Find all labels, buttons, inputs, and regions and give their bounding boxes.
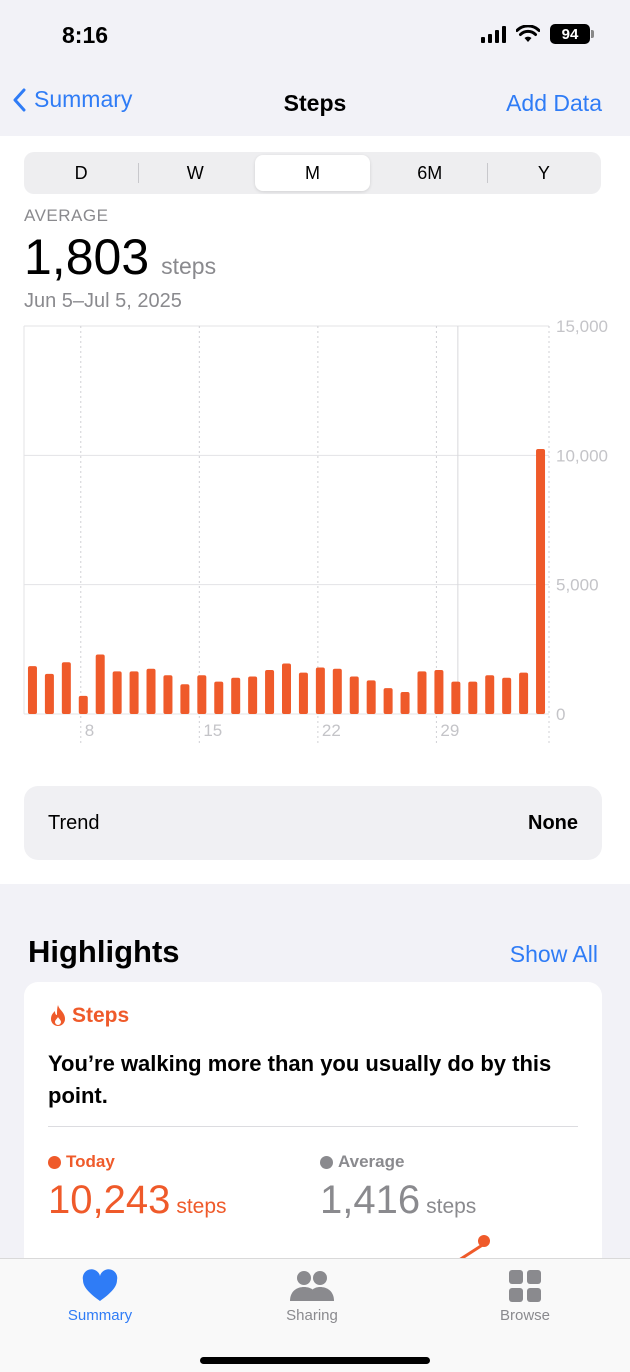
average-stat-label: Average (320, 1152, 476, 1172)
bar (502, 677, 512, 714)
bar (451, 681, 461, 714)
x-tick-label: 15 (203, 721, 222, 740)
today-label: Today (48, 1152, 227, 1172)
tab-sharing[interactable]: Sharing (252, 1269, 372, 1324)
divider (48, 1126, 578, 1127)
bar (180, 684, 190, 714)
bar (197, 675, 207, 714)
status-icons: 94 (481, 24, 594, 44)
bar (95, 654, 105, 714)
tab-summary[interactable]: Summary (40, 1269, 160, 1324)
tab-sharing-label: Sharing (286, 1307, 338, 1324)
average-value-row: 1,416 steps (320, 1178, 476, 1223)
average-unit: steps (161, 253, 217, 279)
bar (468, 681, 478, 714)
bar (248, 676, 258, 714)
steps-bar-chart[interactable]: 15,000 10,000 5,000 0 8 15 22 29 (0, 316, 630, 746)
tab-browse[interactable]: Browse (465, 1269, 585, 1324)
cellular-signal-icon (481, 25, 506, 43)
bar (519, 672, 529, 714)
navigation-bar: Summary Steps Add Data (0, 72, 630, 136)
bar (265, 670, 275, 714)
time-range-segmented-control: D W M 6M Y (24, 152, 601, 194)
bar (27, 666, 37, 714)
y-tick-label: 0 (556, 705, 565, 724)
bar (349, 676, 359, 714)
bar (282, 663, 291, 714)
tab-browse-label: Browse (499, 1307, 551, 1324)
x-tick-label: 29 (440, 721, 459, 740)
bar (61, 662, 71, 714)
y-tick-label: 15,000 (556, 317, 608, 336)
status-time: 8:16 (62, 22, 109, 48)
tab-bar: Summary Sharing Browse (0, 1258, 630, 1372)
trend-value: None (528, 812, 578, 834)
bar (315, 667, 325, 714)
bar (163, 675, 173, 714)
segment-y[interactable]: Y (486, 152, 601, 194)
bar (112, 671, 122, 714)
y-tick-label: 5,000 (556, 576, 599, 595)
add-data-button[interactable]: Add Data (506, 90, 602, 117)
bar (332, 668, 342, 714)
today-label-text: Today (66, 1152, 115, 1171)
bar (434, 670, 444, 714)
highlight-text: You’re walking more than you usually do … (48, 1051, 552, 1108)
flame-icon (51, 1005, 65, 1026)
x-tick-label: 22 (322, 721, 341, 740)
bar (129, 671, 139, 714)
bar (485, 675, 495, 714)
today-value: 10,243 (48, 1178, 171, 1222)
x-tick-label: 8 (85, 721, 94, 740)
bar (400, 692, 410, 714)
highlights-heading: Highlights (28, 934, 180, 969)
show-all-link[interactable]: Show All (510, 941, 598, 968)
bar (214, 681, 224, 714)
today-unit: steps (176, 1195, 227, 1218)
average-dot (320, 1155, 333, 1169)
trend-label: Trend (48, 812, 100, 834)
highlight-category: Steps (48, 1004, 129, 1028)
trend-row[interactable]: Trend None (24, 786, 602, 860)
average-stat-value: 1,416 (320, 1178, 421, 1222)
wifi-icon (516, 25, 540, 42)
today-value-row: 10,243 steps (48, 1178, 227, 1223)
bar (146, 668, 156, 714)
today-dot (48, 1155, 61, 1169)
bar (417, 671, 427, 714)
home-indicator (200, 1357, 430, 1364)
segment-m[interactable]: M (255, 155, 370, 191)
bar (298, 672, 308, 714)
tab-summary-label: Summary (67, 1307, 133, 1324)
grid-icon (509, 1270, 541, 1302)
bar (78, 695, 88, 714)
today-stat: Today 10,243 steps (48, 1152, 227, 1223)
segment-6m[interactable]: 6M (373, 152, 487, 194)
heart-icon (82, 1269, 118, 1301)
average-label-text: Average (338, 1152, 405, 1171)
highlight-category-label: Steps (72, 1004, 130, 1027)
bar (231, 677, 241, 714)
average-stat-unit: steps (426, 1195, 477, 1218)
bar (366, 680, 376, 714)
y-tick-label: 10,000 (556, 446, 608, 465)
average-value: 1,803 (24, 229, 150, 285)
segment-w[interactable]: W (138, 152, 252, 194)
average-label: AVERAGE (24, 206, 109, 225)
bar (536, 449, 546, 714)
status-bar: 8:16 94 (0, 0, 630, 72)
steps-chart-card: D W M 6M Y AVERAGE 1,803 steps Jun 5–Jul 5, … (0, 136, 630, 884)
bar (44, 673, 54, 714)
average-stat: Average 1,416 steps (320, 1152, 476, 1223)
segment-d[interactable]: D (24, 152, 138, 194)
highlight-card[interactable]: Steps You’re walking more than you usual… (24, 982, 602, 1282)
battery-icon: 94 (550, 24, 594, 44)
date-range: Jun 5–Jul 5, 2025 (24, 290, 182, 312)
people-icon (290, 1271, 334, 1301)
average-row: 1,803 steps (24, 228, 216, 286)
bar (383, 688, 393, 714)
